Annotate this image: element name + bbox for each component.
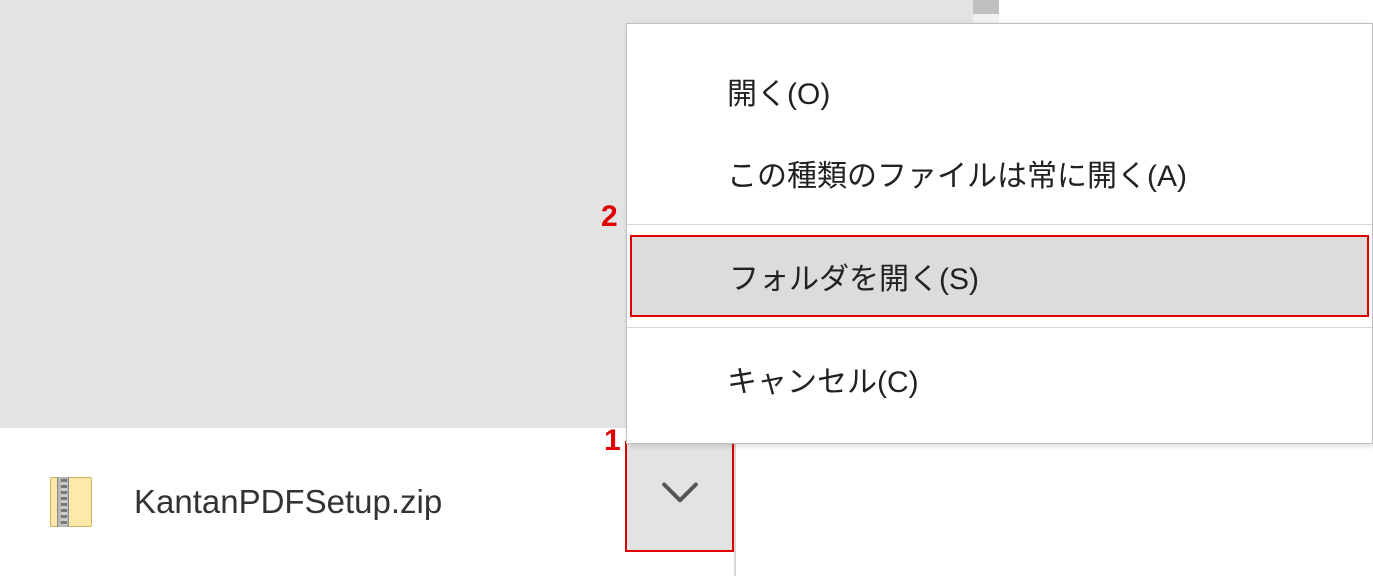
menu-separator <box>627 224 1372 225</box>
download-bar-divider <box>734 441 736 576</box>
download-filename: KantanPDFSetup.zip <box>134 483 442 521</box>
menu-item-open[interactable]: 開く(O) <box>627 50 1372 132</box>
download-item[interactable]: KantanPDFSetup.zip <box>0 428 442 576</box>
menu-separator <box>627 327 1372 328</box>
menu-item-cancel-label: キャンセル(C) <box>727 357 919 401</box>
scrollbar-thumb[interactable] <box>973 0 999 14</box>
annotation-number-2: 2 <box>601 200 618 234</box>
menu-item-cancel[interactable]: キャンセル(C) <box>627 338 1372 420</box>
chevron-down-icon <box>661 480 699 513</box>
menu-item-show-in-folder-label: フォルダを開く(S) <box>729 254 979 298</box>
zip-file-icon <box>50 477 92 527</box>
annotation-number-1: 1 <box>604 424 621 458</box>
menu-item-show-in-folder[interactable]: フォルダを開く(S) <box>630 235 1369 317</box>
download-context-menu: 開く(O) この種類のファイルは常に開く(A) フォルダを開く(S) キャンセル… <box>626 23 1373 444</box>
download-options-button[interactable] <box>625 441 734 552</box>
menu-item-always-open-label: この種類のファイルは常に開く(A) <box>727 151 1187 195</box>
menu-item-open-label: 開く(O) <box>727 69 830 113</box>
menu-item-always-open[interactable]: この種類のファイルは常に開く(A) <box>627 132 1372 214</box>
